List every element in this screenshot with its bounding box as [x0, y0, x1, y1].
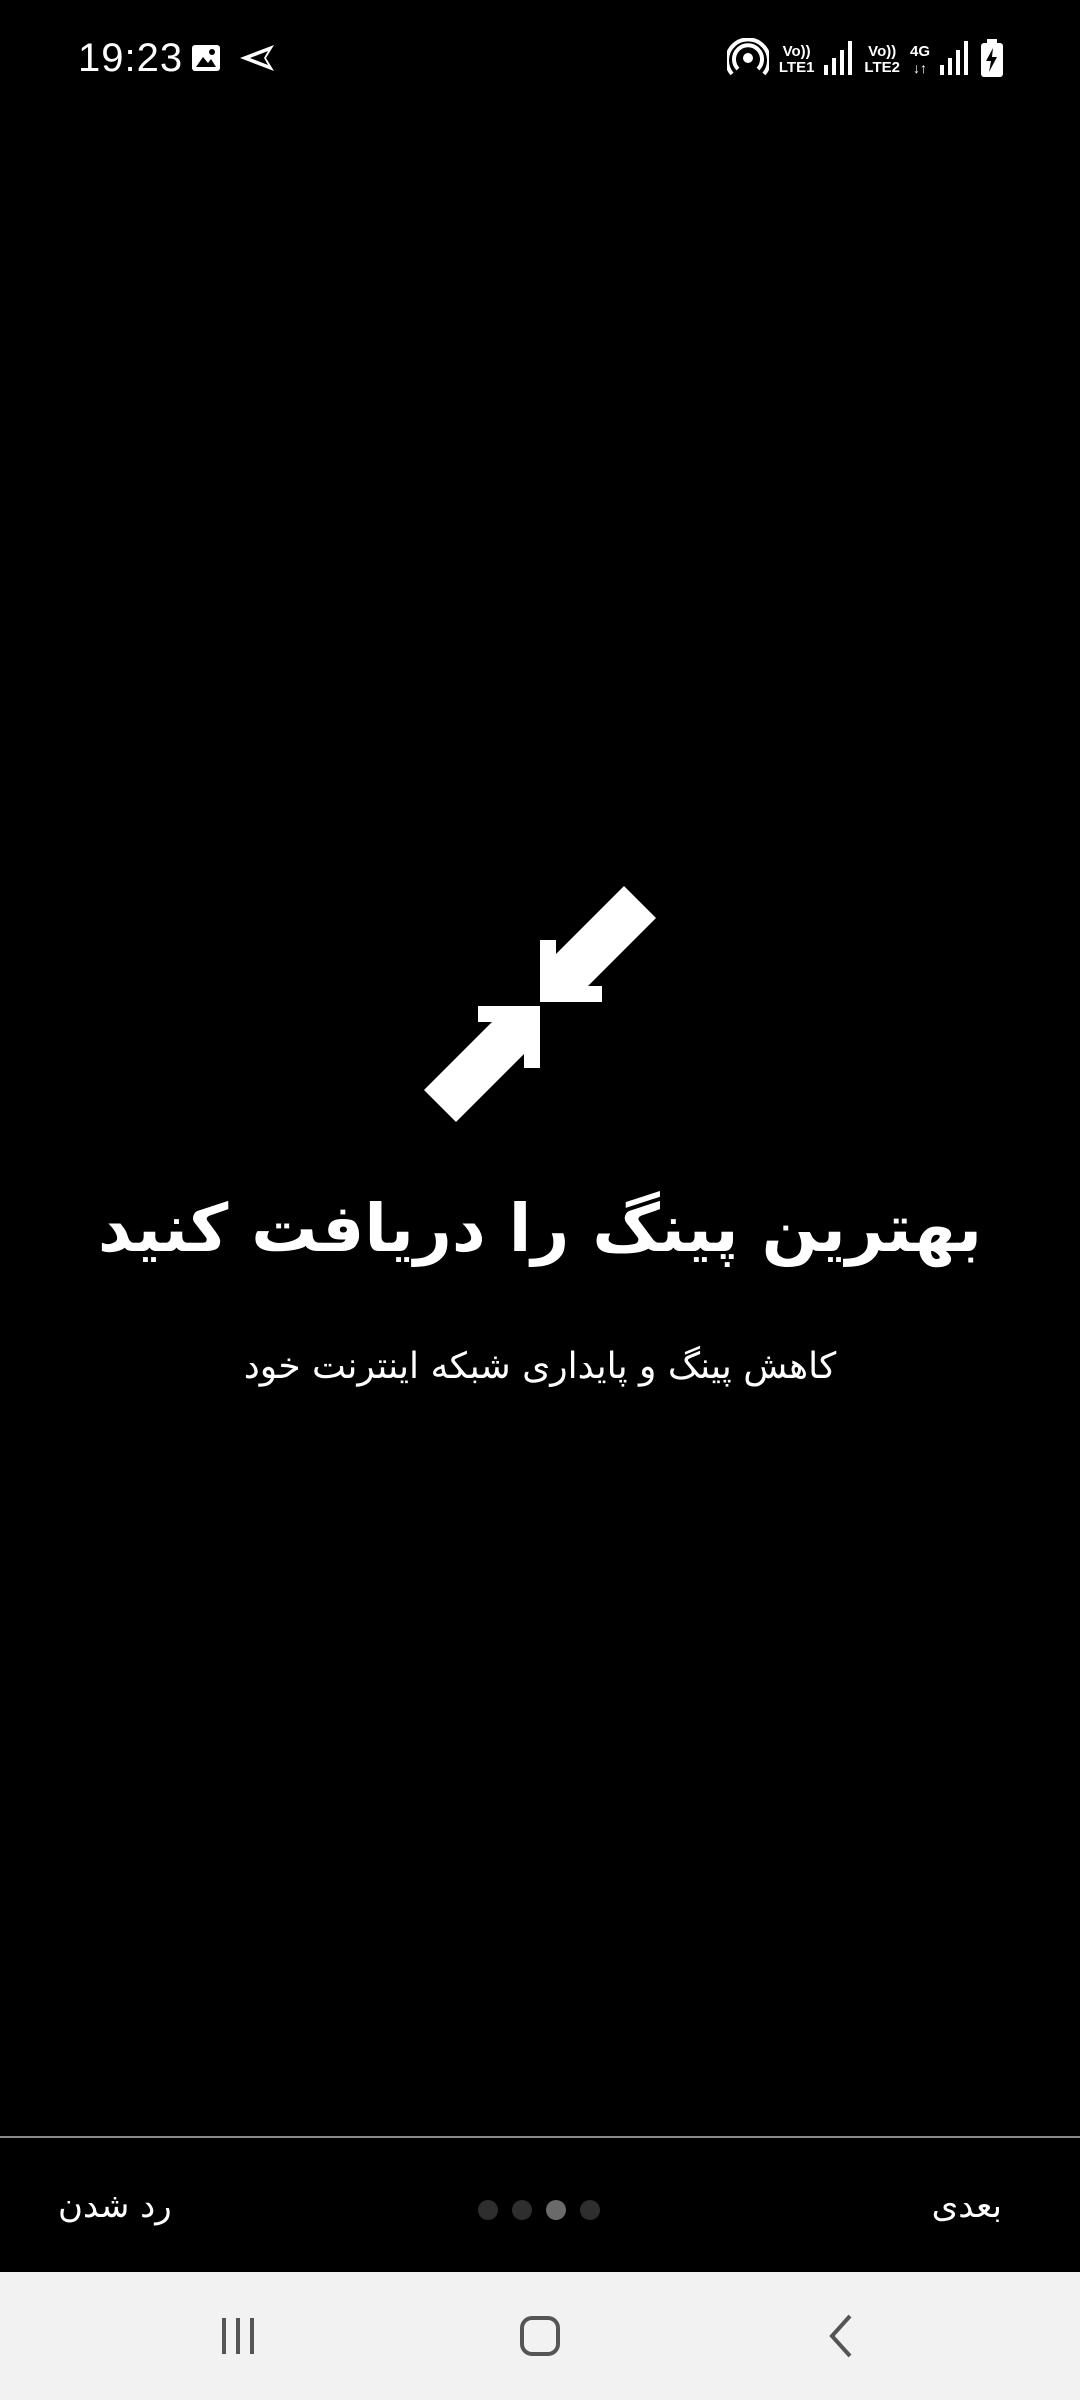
page-dot [580, 2200, 600, 2220]
subheadline: کاهش پینگ و پایداری شبکه اینترنت خود [243, 1346, 837, 1387]
network-4g-icon: 4G ↓↑ [909, 43, 930, 77]
hotspot-icon [724, 37, 771, 82]
sim1-lte-label: LTE1 [778, 59, 815, 76]
sim2-volte-label: Vo)) [868, 43, 897, 60]
home-icon[interactable] [510, 2306, 570, 2366]
network-type-label: 4G [909, 43, 930, 60]
navigation-bar [0, 2272, 1080, 2400]
headline: بهترین پینگ را دریافت کنید [97, 1190, 983, 1267]
signal-icon [940, 41, 970, 79]
page-dot [478, 2200, 498, 2220]
image-icon [190, 42, 222, 78]
data-arrows-icon: ↓↑ [912, 60, 927, 76]
next-button[interactable]: بعدی [932, 2186, 1002, 2226]
back-icon[interactable] [812, 2306, 872, 2366]
page-dot [512, 2200, 532, 2220]
send-icon [238, 42, 276, 78]
volte-lte2-icon: Vo)) LTE2 [864, 44, 900, 76]
sim2-lte-label: LTE2 [864, 59, 900, 76]
recent-apps-icon[interactable] [208, 2306, 268, 2366]
status-bar: 19:23 Vo)) LTE1 Vo)) LTE2 4G ↓↑ [0, 0, 1080, 124]
skip-button[interactable]: رد شدن [58, 2186, 172, 2226]
divider [0, 2136, 1080, 2138]
signal-icon [824, 41, 854, 79]
volte-lte1-icon: Vo)) LTE1 [779, 44, 815, 76]
page-dot-active [546, 2200, 566, 2220]
status-right-icons: Vo)) LTE1 Vo)) LTE2 4G ↓↑ [724, 37, 1004, 82]
sim1-volte-label: Vo)) [782, 43, 811, 60]
status-time: 19:23 [78, 36, 184, 80]
battery-charging-icon [980, 39, 1004, 81]
onboarding-screen: 19:23 Vo)) LTE1 Vo)) LTE2 4G ↓↑ بهترین پ… [0, 0, 1080, 2400]
compress-arrows-icon [420, 884, 660, 1124]
page-indicator [478, 2200, 600, 2220]
status-left-icons [190, 42, 276, 78]
